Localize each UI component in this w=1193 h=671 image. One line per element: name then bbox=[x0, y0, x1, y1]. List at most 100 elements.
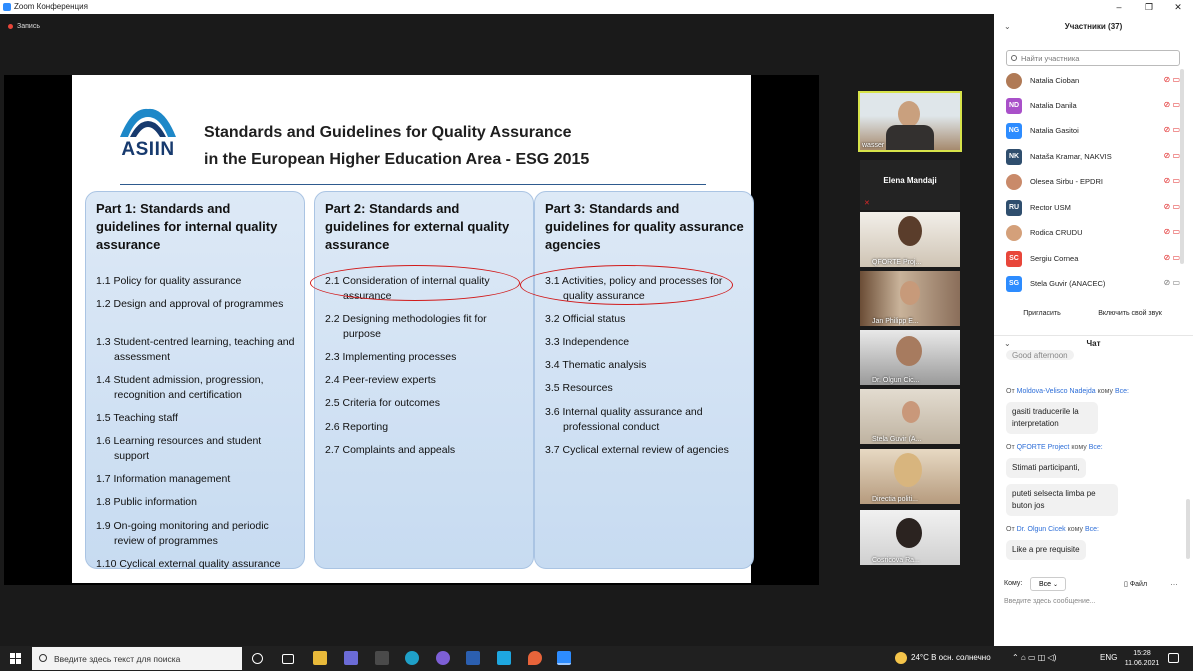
list-item: 1.6 Learning resources and student suppo… bbox=[96, 435, 262, 462]
chat-input[interactable]: Введите здесь сообщение... bbox=[1004, 598, 1096, 605]
participant-row[interactable]: SC Sergiu Cornea ⊘ ▭ bbox=[1004, 250, 1180, 268]
unmute-button[interactable]: Включить свой звук bbox=[1090, 307, 1170, 321]
more-icon[interactable]: … bbox=[1170, 578, 1178, 587]
person-icon bbox=[896, 336, 922, 366]
app-icon[interactable] bbox=[528, 651, 542, 665]
zoom-taskbar-icon[interactable] bbox=[557, 651, 571, 665]
list-item: 2.7 Complaints and appeals bbox=[325, 444, 456, 456]
language-indicator[interactable]: ENG bbox=[1100, 653, 1117, 662]
maximize-button[interactable]: ❐ bbox=[1134, 0, 1164, 14]
avatar bbox=[1006, 225, 1022, 241]
video-tile[interactable]: Stela Guvir (A... bbox=[860, 389, 960, 444]
video-tile[interactable]: Directia politi... bbox=[860, 449, 960, 504]
video-name: Stela Guvir (A... bbox=[872, 436, 922, 443]
recording-indicator[interactable]: Запись bbox=[8, 23, 40, 30]
chat-sender[interactable]: QFORTE Project bbox=[1017, 444, 1070, 451]
person-icon bbox=[902, 401, 920, 423]
video-tile-name-only[interactable]: Elena Mandaji ✕ bbox=[860, 160, 960, 210]
clock-date: 11.06.2021 bbox=[1124, 660, 1160, 667]
asiin-wave-icon bbox=[120, 108, 176, 137]
to-label: кому bbox=[1071, 444, 1087, 451]
notifications-icon[interactable] bbox=[1168, 653, 1179, 663]
video-tile[interactable]: Dr. Olgun Cic... bbox=[860, 330, 960, 385]
participant-row[interactable]: NG Natalia Gasitoi ⊘ ▭ bbox=[1004, 122, 1180, 140]
tray-icons[interactable]: ⌃ ⌂ ▭ ◫ ◁) bbox=[1012, 653, 1056, 662]
video-tile[interactable]: QFORTE Proj... bbox=[860, 212, 960, 267]
recipient-value: Все bbox=[1039, 581, 1052, 588]
participant-row[interactable]: RU Rector USM ⊘ ▭ bbox=[1004, 199, 1180, 217]
part2-column: Part 2: Standards and guidelines for ext… bbox=[314, 191, 534, 569]
close-button[interactable]: ✕ bbox=[1163, 0, 1193, 14]
window-title: Zoom Конференция bbox=[14, 2, 88, 11]
participants-scrollbar[interactable] bbox=[1180, 69, 1184, 264]
video-tile[interactable]: Cosricova Ra... bbox=[860, 510, 960, 565]
chat-recipient[interactable]: Все: bbox=[1085, 526, 1099, 533]
participant-row[interactable]: SG Stela Guvir (ANACEC) ⊘ ▭ bbox=[1004, 275, 1180, 293]
muted-mic-icon: ✕ bbox=[864, 200, 870, 207]
video-name: Cosricova Ra... bbox=[872, 557, 920, 564]
participant-row[interactable]: Olesea Sirbu - EPDRI ⊘ ▭ bbox=[1004, 173, 1180, 191]
muted-mic-video-icons: ⊘ ▭ bbox=[1163, 75, 1180, 84]
avatar: SG bbox=[1006, 276, 1022, 292]
participant-search-input[interactable]: Найти участника bbox=[1006, 50, 1180, 66]
highlight-oval-3-1 bbox=[520, 265, 733, 305]
chat-message: puteti selsecta limba pe buton jos bbox=[1006, 484, 1118, 516]
participant-name: Nataša Kramar, NAKVIS bbox=[1030, 152, 1112, 161]
participant-name: Rodica CRUDU bbox=[1030, 228, 1083, 237]
explorer-icon[interactable] bbox=[313, 651, 327, 665]
avatar: RU bbox=[1006, 200, 1022, 216]
participant-row[interactable]: ND Natalia Danila ⊘ ▭ bbox=[1004, 97, 1180, 115]
weather-text[interactable]: 24°C В осн. солнечно bbox=[911, 653, 991, 662]
chat-sender[interactable]: Dr. Olgun Cicek bbox=[1017, 526, 1066, 533]
avatar: SC bbox=[1006, 251, 1022, 267]
chat-meta: От QFORTE Project кому Все: bbox=[1006, 444, 1103, 451]
title-divider bbox=[120, 184, 706, 185]
edge-icon[interactable] bbox=[405, 651, 419, 665]
chat-sender[interactable]: Moldova-Velisco Nadejda bbox=[1017, 388, 1096, 395]
video-name: Jan Philipp E... bbox=[872, 318, 919, 325]
chat-message-partial: Good afternoon bbox=[1006, 350, 1074, 360]
asiin-logo: ASIIN bbox=[118, 105, 178, 161]
cortana-icon[interactable] bbox=[252, 653, 263, 664]
list-item: 3.3 Independence bbox=[545, 336, 630, 348]
to-label: кому bbox=[1067, 526, 1084, 533]
app-icon[interactable] bbox=[375, 651, 389, 665]
video-tile[interactable]: Jan Philipp E... bbox=[860, 271, 960, 326]
chat-meta: От Dr. Olgun Cicek кому Все: bbox=[1006, 526, 1099, 533]
file-label: Файл bbox=[1129, 581, 1148, 588]
clock[interactable]: 15:28 11.06.2021 bbox=[1122, 649, 1162, 669]
word-icon[interactable] bbox=[466, 651, 480, 665]
participant-row[interactable]: Natalia Cioban ⊘ ▭ bbox=[1004, 72, 1180, 90]
chat-scrollbar[interactable] bbox=[1186, 499, 1190, 559]
file-button[interactable]: ▯ Файл bbox=[1124, 580, 1147, 588]
asiin-logo-text: ASIIN bbox=[121, 139, 175, 160]
mic-video-icons: ⊘ ▭ bbox=[1163, 278, 1180, 287]
participant-row[interactable]: NK Nataša Kramar, NAKVIS ⊘ ▭ bbox=[1004, 148, 1180, 166]
chat-message: Stimati participanti, bbox=[1006, 458, 1086, 478]
task-view-icon[interactable] bbox=[282, 654, 294, 664]
muted-mic-video-icons: ⊘ ▭ bbox=[1163, 125, 1180, 134]
video-name: Directia politi... bbox=[872, 496, 918, 503]
skype-icon[interactable] bbox=[497, 651, 511, 665]
highlight-oval-2-1 bbox=[310, 265, 520, 301]
taskbar-search-input[interactable]: Введите здесь текст для поиска bbox=[32, 647, 242, 670]
search-icon bbox=[1011, 55, 1017, 61]
chat-recipient[interactable]: Все: bbox=[1089, 444, 1103, 451]
list-item: 1.5 Teaching staff bbox=[96, 412, 178, 424]
speaker-head bbox=[898, 101, 920, 127]
minimize-button[interactable]: – bbox=[1104, 0, 1134, 14]
list-item: 1.10 Cyclical external quality assurance bbox=[96, 558, 281, 570]
participant-name: Natalia Danila bbox=[1030, 101, 1077, 110]
windows-start-icon[interactable] bbox=[10, 653, 21, 664]
recipient-select[interactable]: Все ⌄ bbox=[1030, 577, 1066, 591]
participant-row[interactable]: Rodica CRUDU ⊘ ▭ bbox=[1004, 224, 1180, 242]
store-icon[interactable] bbox=[344, 651, 358, 665]
viber-icon[interactable] bbox=[436, 651, 450, 665]
list-item: 1.8 Public information bbox=[96, 496, 197, 508]
chat-header: Чат bbox=[1086, 339, 1101, 348]
person-icon bbox=[898, 216, 922, 246]
active-speaker-video[interactable]: wasser bbox=[858, 91, 962, 152]
invite-button[interactable]: Пригласить bbox=[1014, 307, 1070, 321]
chat-recipient[interactable]: Все: bbox=[1115, 388, 1129, 395]
from-label: От bbox=[1006, 388, 1015, 395]
